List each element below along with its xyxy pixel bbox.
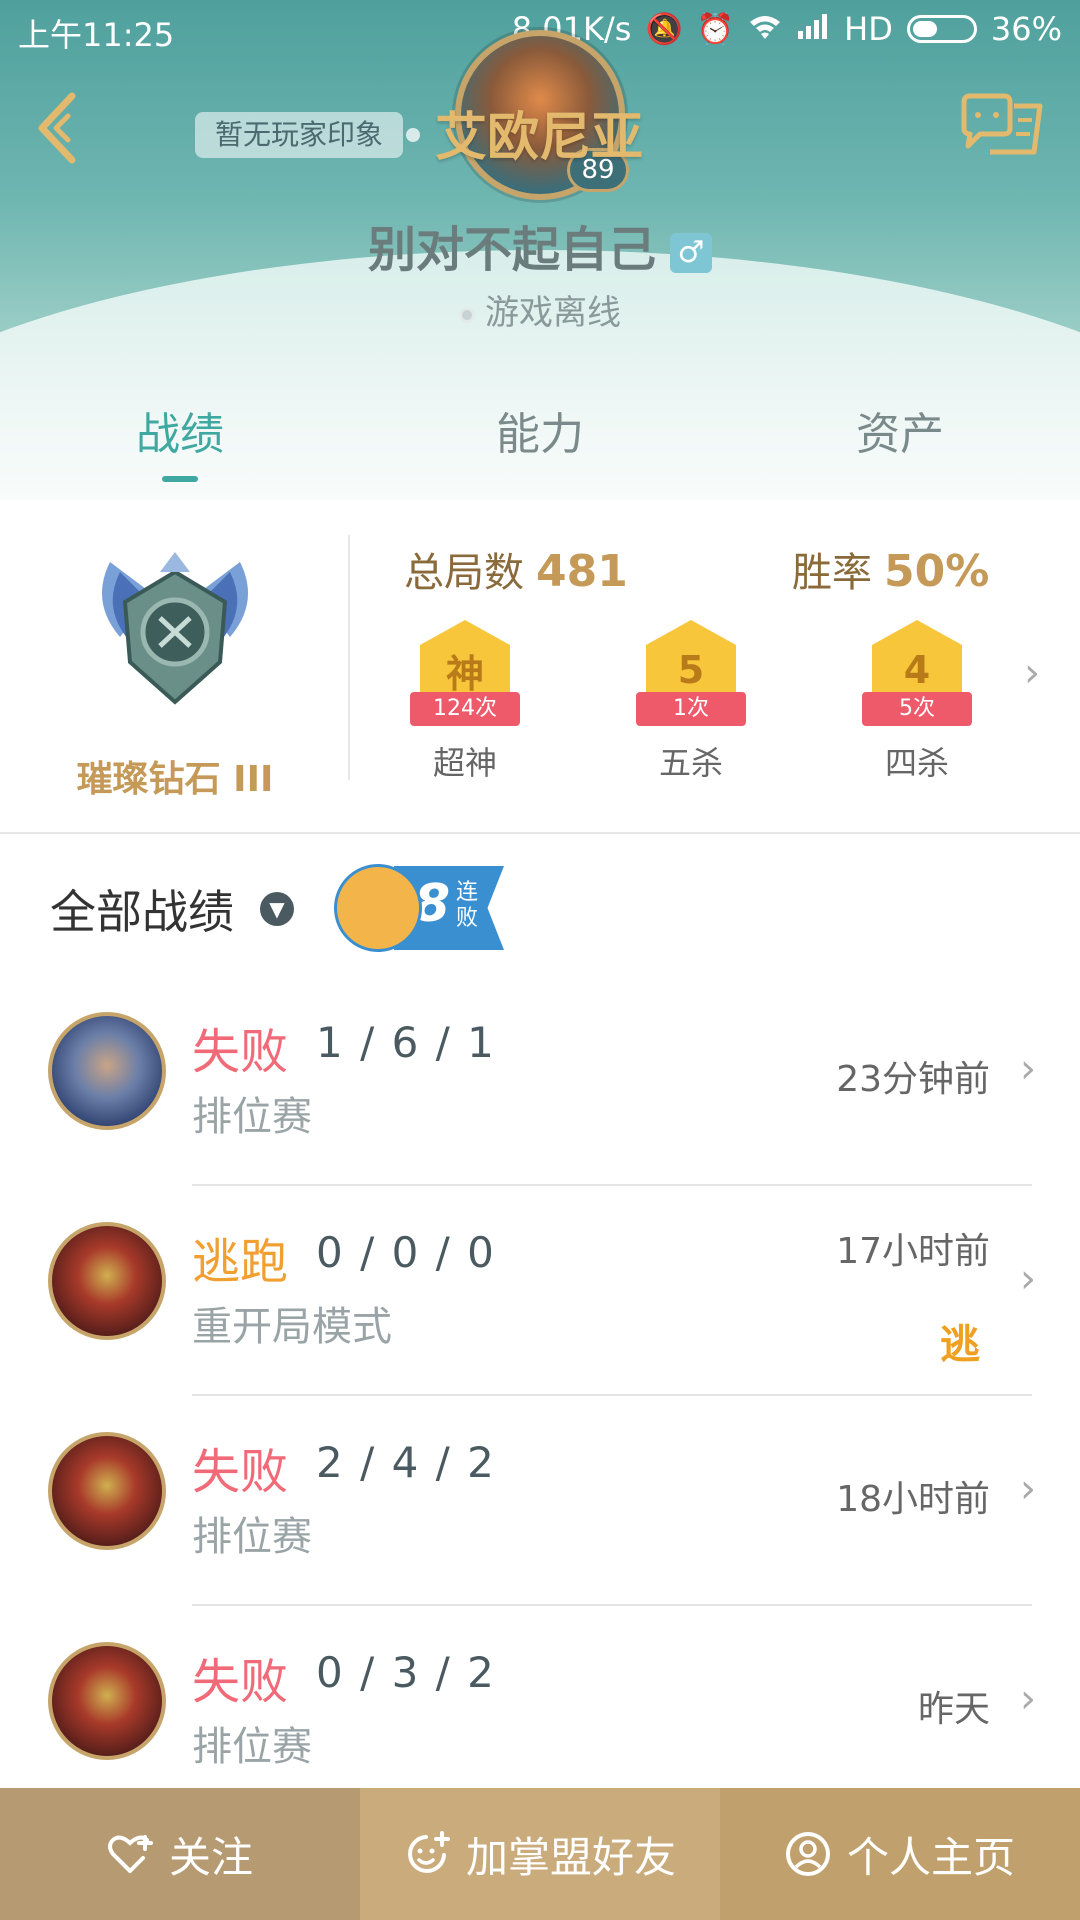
streak-text: 连败 (456, 880, 479, 931)
tab-active-indicator (162, 476, 198, 482)
tab-label: 能力 (496, 409, 584, 460)
bottom-action-bar: 关注 加掌盟好友 个人主页 (0, 1788, 1080, 1920)
badge-count: 124次 (410, 692, 520, 726)
escape-icon: 逃 (940, 1322, 980, 1368)
online-status: 游戏离线 (0, 285, 1080, 334)
match-row[interactable]: 失败 0 / 3 / 2 排位赛 昨天 › (0, 1606, 1080, 1816)
chevron-right-icon: › (1020, 1676, 1036, 1722)
match-result: 失败 (192, 1654, 289, 1710)
tab-record[interactable]: 战绩 (0, 400, 360, 500)
profile-header: 上午11:25 8.01K/s 🔕 ⏰ HD 36% 89 暂无玩家印象 艾欧尼… (0, 0, 1080, 500)
match-result: 失败 (192, 1024, 289, 1080)
heart-plus-icon (107, 1835, 153, 1873)
badge-label: 超神 (432, 744, 497, 782)
win-rate: 胜率 50% (792, 540, 989, 598)
total-games-label: 总局数 (404, 550, 524, 596)
match-row[interactable]: 逃跑 0 / 0 / 0 重开局模式 17小时前逃 › (0, 1186, 1080, 1396)
tab-label: 资产 (856, 409, 944, 460)
impression-tag[interactable]: 暂无玩家印象 (195, 112, 404, 158)
match-mode: 重开局模式 (192, 1304, 392, 1350)
hero-avatar (48, 1012, 166, 1130)
stats-panel[interactable]: 璀璨钻石 III 总局数 481 胜率 50% 神 124次 超神 5 1次 五杀 … (0, 500, 1080, 834)
match-row[interactable]: 失败 1 / 6 / 1 排位赛 23分钟前 › (0, 976, 1080, 1186)
wifi-icon (748, 12, 782, 47)
match-result: 失败 (192, 1444, 289, 1500)
status-time: 上午11:25 (18, 16, 175, 54)
badge-label: 五杀 (658, 744, 723, 782)
chevron-right-icon: › (1020, 1046, 1036, 1092)
status-dot-icon (459, 306, 475, 323)
battery-icon (906, 15, 977, 43)
badge-count: 5次 (862, 692, 972, 726)
chat-icon (961, 93, 1043, 155)
profile-page-label: 个人主页 (846, 1832, 1015, 1882)
match-time: 17小时前 (836, 1231, 990, 1272)
hero-avatar (48, 1642, 166, 1760)
person-icon (785, 1832, 830, 1876)
server-name: 艾欧尼亚 (435, 108, 644, 168)
match-kda: 1 / 6 / 1 (316, 1018, 496, 1067)
player-nickname: 别对不起自己 ♂ (0, 210, 1080, 280)
losing-streak-badge: 8 连败 (334, 856, 504, 956)
stats-divider (348, 535, 350, 780)
hero-avatar (48, 1222, 166, 1340)
chat-button[interactable] (956, 92, 1046, 162)
match-row[interactable]: 失败 2 / 4 / 2 排位赛 18小时前 › (0, 1396, 1080, 1606)
chevron-right-icon: › (1020, 1256, 1036, 1302)
badge-legendary: 神 124次 超神 (400, 620, 530, 782)
total-games-value: 481 (536, 546, 628, 597)
total-games: 总局数 481 (404, 540, 628, 598)
match-time: 昨天 (917, 1689, 990, 1730)
follow-button[interactable]: 关注 (0, 1788, 360, 1920)
chevron-right-icon: › (1020, 1466, 1036, 1512)
tab-label: 战绩 (136, 409, 224, 460)
add-friend-button[interactable]: 加掌盟好友 (360, 1788, 720, 1920)
smile-plus-icon (408, 1831, 450, 1873)
win-rate-value: 50% (884, 546, 990, 597)
badge-penta-kill: 5 1次 五杀 (626, 620, 756, 782)
badge-count: 1次 (636, 692, 746, 726)
hd-label: HD (844, 10, 893, 48)
add-friend-label: 加掌盟好友 (465, 1832, 676, 1882)
nickname-text: 别对不起自己 (367, 222, 656, 278)
mute-icon: 🔕 (645, 11, 683, 47)
match-kda: 0 / 3 / 2 (316, 1648, 496, 1697)
chevron-down-icon[interactable]: ▼ (260, 892, 294, 926)
follow-label: 关注 (168, 1832, 253, 1882)
diamond-rank-icon (102, 552, 248, 705)
tab-ability[interactable]: 能力 (360, 400, 720, 500)
match-time: 18小时前 (836, 1479, 990, 1520)
profile-page-button[interactable]: 个人主页 (720, 1788, 1080, 1920)
badge-quadra-kill: 4 5次 四杀 (852, 620, 982, 782)
alarm-icon: ⏰ (696, 11, 735, 47)
signal-icon (796, 12, 830, 47)
rank-name: 璀璨钻石 III (76, 759, 274, 800)
match-mode: 排位赛 (192, 1094, 312, 1140)
match-result: 逃跑 (192, 1234, 289, 1290)
profile-tabs: 战绩 能力 资产 (0, 400, 1080, 500)
impression-dot (406, 128, 420, 142)
tab-assets[interactable]: 资产 (720, 400, 1080, 500)
match-time: 23分钟前 (836, 1059, 990, 1100)
hero-avatar (48, 1432, 166, 1550)
record-filter-dropdown[interactable]: 全部战绩 (50, 876, 234, 942)
gender-icon: ♂ (670, 233, 712, 273)
back-button[interactable] (34, 88, 94, 168)
badge-label: 四杀 (884, 744, 949, 782)
back-chevron-icon (38, 92, 76, 164)
status-right: 8.01K/s 🔕 ⏰ HD 36% (512, 10, 1062, 48)
online-status-text: 游戏离线 (485, 293, 621, 333)
mascot-icon (334, 864, 422, 952)
match-mode: 排位赛 (192, 1724, 312, 1770)
match-mode: 排位赛 (192, 1514, 312, 1560)
match-kda: 2 / 4 / 2 (316, 1438, 496, 1487)
match-kda: 0 / 0 / 0 (316, 1228, 496, 1277)
chevron-right-icon[interactable]: › (1024, 650, 1040, 696)
win-rate-label: 胜率 (792, 550, 872, 596)
battery-percent: 36% (990, 10, 1062, 48)
filter-row: 全部战绩 ▼ 8 连败 (0, 836, 1080, 976)
